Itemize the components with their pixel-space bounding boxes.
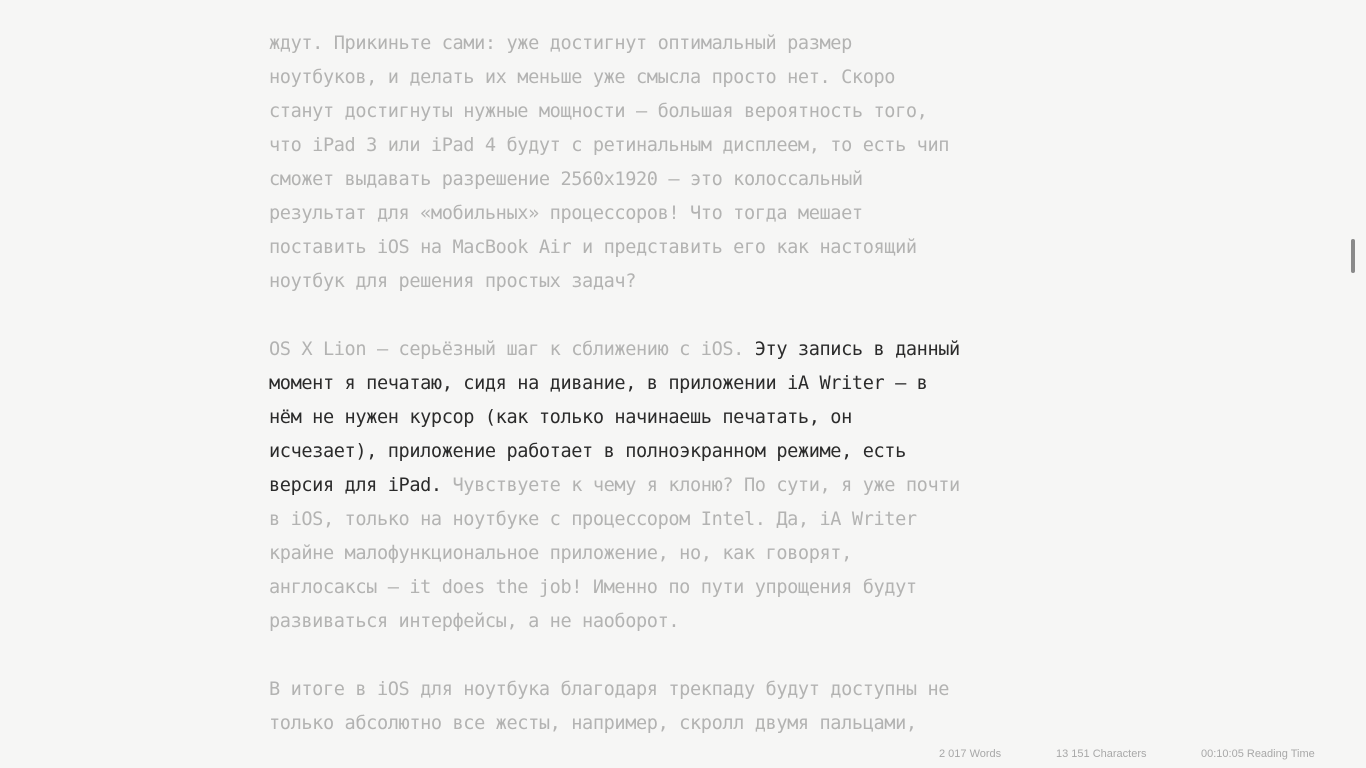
dimmed-text: станут достигнуты нужные мощности — боль… [269,101,928,122]
dimmed-text: только абсолютно все жесты, например, ск… [269,713,917,734]
text-line: ноутбуков, и делать их меньше уже смысла… [269,61,1099,95]
dimmed-text: Чувствуете к чему я клоню? По сути, я уж… [441,475,961,496]
dimmed-text: ноутбук для решения простых задач? [269,271,637,292]
character-count: 13 151 Characters [1056,748,1147,760]
text-line: поставить iOS на MacBook Air и представи… [269,231,1099,265]
dimmed-text: ждут. Прикиньте сами: уже достигнут опти… [269,33,852,54]
text-line: ноутбук для решения простых задач? [269,265,1099,299]
paragraph: OS X Lion — серьёзный шаг к сближению с … [269,333,1099,639]
text-line: станут достигнуты нужные мощности — боль… [269,95,1099,129]
focused-text: момент я печатаю, сидя на дивание, в при… [269,373,928,394]
text-line: результат для «мобильных» процессоров! Ч… [269,197,1099,231]
dimmed-text: в iOS, только на ноутбуке с процессором … [269,509,917,530]
reading-time: 00:10:05 Reading Time [1201,748,1315,760]
dimmed-text: сможет выдавать разрешение 2560x1920 — э… [269,169,863,190]
focused-text: Эту запись в данный [754,339,960,360]
text-line: что iPad 3 или iPad 4 будут с ретинальны… [269,129,1099,163]
dimmed-text: В итоге в iOS для ноутбука благодаря тре… [269,679,950,700]
dimmed-text: англосаксы — it does the job! Именно по … [269,577,917,598]
editor-text-area[interactable]: ждут. Прикиньте сами: уже достигнут опти… [269,27,1099,768]
focused-text: версия для iPad. [269,475,442,496]
text-line: нём не нужен курсор (как только начинаеш… [269,401,1099,435]
text-line: крайне малофункциональное приложение, но… [269,537,1099,571]
paragraph: В итоге в iOS для ноутбука благодаря тре… [269,673,1099,741]
text-line: OS X Lion — серьёзный шаг к сближению с … [269,333,1099,367]
dimmed-text: развиваться интерфейсы, а не наоборот. [269,611,680,632]
text-line: сможет выдавать разрешение 2560x1920 — э… [269,163,1099,197]
text-line: В итоге в iOS для ноутбука благодаря тре… [269,673,1099,707]
text-line: в iOS, только на ноутбуке с процессором … [269,503,1099,537]
dimmed-text: ноутбуков, и делать их меньше уже смысла… [269,67,896,88]
dimmed-text: поставить iOS на MacBook Air и представи… [269,237,917,258]
focused-text: исчезает), приложение работает в полноэк… [269,441,906,462]
text-line: версия для iPad. Чувствуете к чему я кло… [269,469,1099,503]
word-count: 2 017 Words [939,748,1002,760]
text-line: развиваться интерфейсы, а не наоборот. [269,605,1099,639]
text-line: исчезает), приложение работает в полноэк… [269,435,1099,469]
dimmed-text: OS X Lion — серьёзный шаг к сближению с … [269,339,755,360]
dimmed-text: что iPad 3 или iPad 4 будут с ретинальны… [269,135,950,156]
dimmed-text: крайне малофункциональное приложение, но… [269,543,852,564]
text-line: только абсолютно все жесты, например, ск… [269,707,1099,741]
focused-text: нём не нужен курсор (как только начинаеш… [269,407,852,428]
text-line: англосаксы — it does the job! Именно по … [269,571,1099,605]
paragraph: ждут. Прикиньте сами: уже достигнут опти… [269,27,1099,299]
text-line: ждут. Прикиньте сами: уже достигнут опти… [269,27,1099,61]
dimmed-text: результат для «мобильных» процессоров! Ч… [269,203,863,224]
text-line: момент я печатаю, сидя на дивание, в при… [269,367,1099,401]
scrollbar-thumb[interactable] [1351,239,1355,273]
